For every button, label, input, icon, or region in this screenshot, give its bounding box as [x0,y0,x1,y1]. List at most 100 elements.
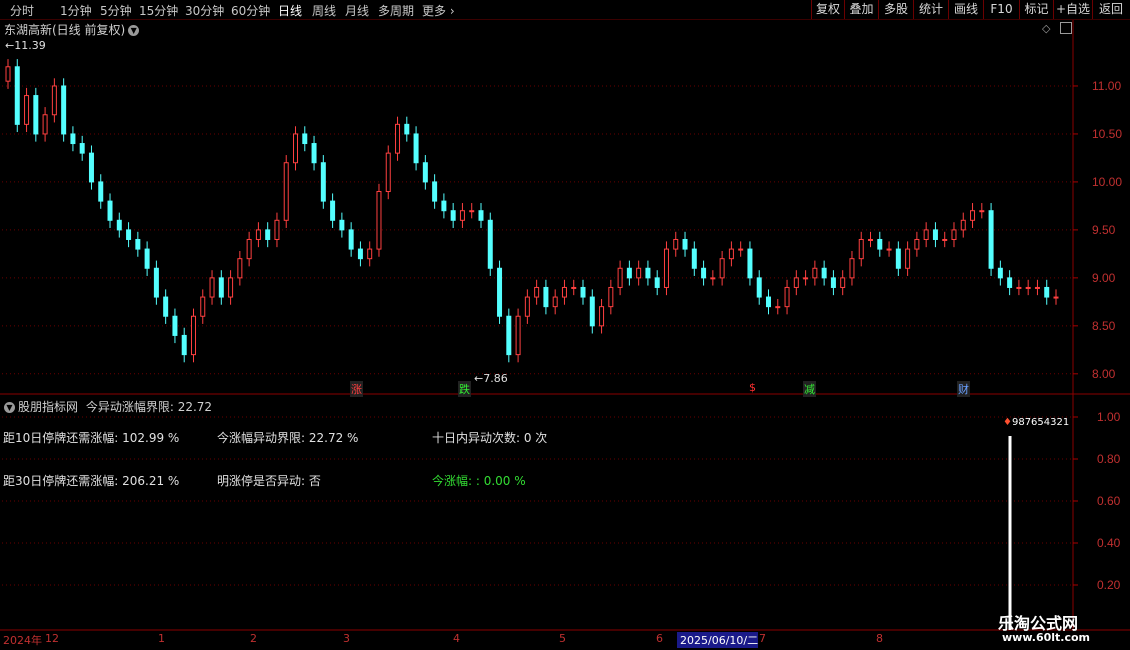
candle-body [126,229,132,240]
chevron-down-icon[interactable]: ▼ [4,402,15,413]
indicator-name[interactable]: 股朋指标网 [18,400,78,414]
price-tick-label: 9.50 [1092,223,1116,237]
candle-body [42,114,48,135]
event-marker-fall[interactable]: 跌 [458,381,471,397]
candle-body [942,238,948,241]
candle-body [14,66,20,125]
candle-body [877,238,883,250]
event-marker-finance[interactable]: 财 [957,381,970,397]
candle-body [970,210,976,221]
candle-body [330,200,336,221]
candle-body [33,95,39,135]
low-price-value: 7.86 [483,372,508,385]
event-marker-reduce[interactable]: 减 [803,381,816,397]
candle-body [367,248,373,260]
date-axis: 2024年 12 1 2 3 4 5 6 2025/06/10/二 7 8 [0,632,980,648]
indicator-bar-label: ♦987654321 [1003,417,1069,428]
candle-body [905,248,911,269]
date-label-selected[interactable]: 2025/06/10/二 [677,632,759,648]
candle-body [617,267,623,288]
candle-body [849,258,855,279]
candle-body [599,306,605,327]
high-price-label: ←11.39 [5,39,46,52]
candle-body [376,191,382,250]
candle-body [24,95,30,125]
event-marker-dividend[interactable]: $ [748,381,757,394]
candle-body [979,210,985,213]
candle-body [608,286,614,308]
indicator-tick-label: 0.60 [1097,494,1121,508]
price-tick-label: 8.00 [1092,367,1116,381]
flame-icon: ♦ [1003,417,1012,428]
price-tick-label: 10.50 [1092,127,1122,141]
candle-body [1034,286,1040,289]
candle-body [116,219,122,231]
candle-body [339,219,345,231]
info-30day-suspend: 距30日停牌还需涨幅: 206.21 % [3,474,180,488]
low-price-label: ←7.86 [474,372,508,385]
candle-body [561,286,567,298]
candle-body [302,133,308,145]
date-label: 3 [343,632,350,645]
candle-body [960,219,966,231]
candle-body [858,238,864,260]
candle-body [311,143,317,164]
candle-body [932,229,938,240]
candle-body [784,286,790,308]
price-tick-label: 11.00 [1092,79,1121,93]
price-chart: 8.00 8.50 9.00 9.50 10.00 10.50 11.00 1.00 0.80… [0,20,1130,631]
candle-body [1007,277,1013,288]
candle-body [654,277,660,288]
candle-body [710,277,716,280]
candle-body [636,267,642,279]
candle-body [181,334,187,356]
candle-body [951,229,957,240]
candle-body [283,162,289,221]
event-marker-rise[interactable]: 涨 [350,381,363,397]
candle-body [775,306,781,309]
candle-body [1044,286,1050,298]
candle-body [487,219,493,269]
candle-body [432,181,438,202]
candle-body [246,238,252,260]
candle-body [886,248,892,251]
candle-body [1053,296,1059,299]
candle-body [320,162,326,202]
candle-body [209,277,215,298]
indicator-tick-label: 0.80 [1097,452,1121,466]
candle-body [459,210,465,221]
date-label: 12 [45,632,59,645]
candle-body [728,248,734,260]
candle-body [534,286,540,298]
price-tick-label: 8.50 [1092,319,1116,333]
date-label: 7 [759,632,766,645]
candle-body [61,85,67,135]
candle-body [1025,286,1031,289]
indicator-tick-label: 0.20 [1097,578,1121,592]
candle-body [830,277,836,288]
candle-body [293,133,299,164]
date-label: 2 [250,632,257,645]
candle-body [441,200,447,212]
info-10day-suspend: 距10日停牌还需涨幅: 102.99 % [3,431,180,445]
indicator-bar-value: 987654321 [1011,417,1070,428]
info-today-threshold: 今涨幅异动界限: 22.72 % [217,431,359,445]
candle-body [719,258,725,279]
candle-body [747,248,753,279]
candle-body [237,258,243,279]
candle-body [404,123,410,135]
candle-body [88,152,94,183]
candle-body [515,315,521,356]
indicator-tick-label: 0.40 [1097,536,1121,550]
candle-body [163,296,169,317]
candle-body [756,277,762,298]
candle-body [988,210,994,269]
indicator-tick-label: 1.00 [1097,410,1121,424]
info-10day-count: 十日内异动次数: 0 次 [432,431,548,445]
date-label: 2024年 [3,634,42,647]
candle-body [357,248,363,260]
candle-body [144,248,150,269]
candle-body [478,210,484,221]
candle-body [552,296,558,308]
candle-body [469,210,475,213]
